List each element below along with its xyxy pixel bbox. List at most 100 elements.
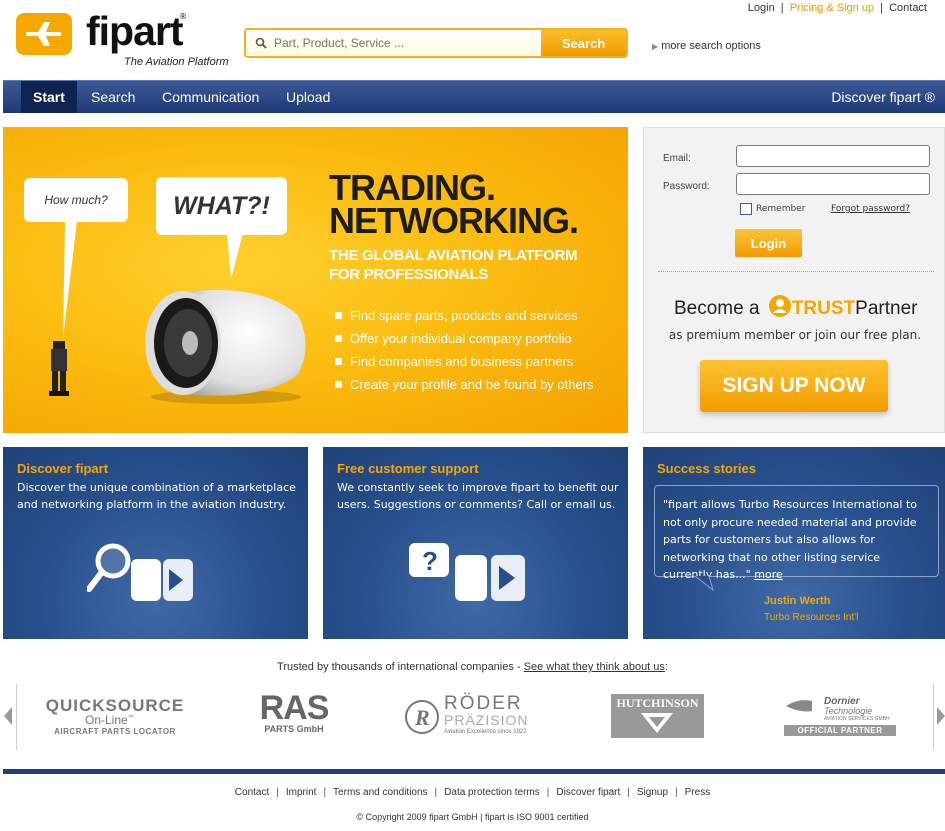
divider: |	[276, 787, 279, 798]
ras-logo[interactable]: RAS PARTS GmbH	[259, 689, 330, 734]
bubble-text: How much?	[44, 193, 108, 207]
ras-sub: PARTS GmbH	[264, 724, 324, 734]
quicksource-tm: ™	[127, 715, 134, 721]
magnifier-chat-icon	[87, 543, 193, 601]
more-search-options-label: more search options	[661, 40, 761, 52]
dornier-official-partner: OFFICIAL PARTNER	[784, 725, 896, 736]
box-text: Discover the unique combination of a mar…	[17, 481, 296, 511]
quicksource-logo[interactable]: QUICKSOURCE On-Line™ AIRCRAFT PARTS LOCA…	[45, 696, 185, 736]
footer-signup-link[interactable]: Signup	[637, 787, 668, 798]
testimonials-link[interactable]: See what they think about us	[524, 661, 665, 673]
box-title: Discover fipart	[17, 461, 109, 476]
pricing-signup-link[interactable]: Pricing & Sign up	[790, 2, 874, 14]
partner-logos: QUICKSOURCE On-Line™ AIRCRAFT PARTS LOCA…	[16, 684, 934, 750]
trustpartner-heading: Become a TRUSTPartner	[674, 294, 917, 320]
box-title: Free customer support	[337, 461, 479, 476]
jet-engine-icon	[145, 289, 306, 404]
carousel-prev-arrow[interactable]	[4, 707, 12, 725]
ras-name: RAS	[259, 689, 330, 727]
search-input[interactable]	[246, 30, 543, 56]
forgot-password-link[interactable]: Forgot password?	[831, 204, 910, 214]
become-text: Become a	[674, 298, 760, 319]
speech-tail-icon	[63, 221, 77, 339]
logo-mark[interactable]	[16, 13, 72, 55]
email-label: Email:	[663, 153, 691, 164]
speech-bubble-what: WHAT?!	[156, 177, 287, 235]
support-box[interactable]: Free customer support We constantly seek…	[323, 447, 628, 639]
testimonial-author: Justin Werth	[764, 595, 831, 607]
login-panel: Email: Password: Remember Forgot passwor…	[643, 127, 945, 433]
testimonial-quote: "fipart allows Turbo Resources Internati…	[654, 485, 939, 581]
footer-links: Contact | Imprint | Terms and conditions | Dat…	[0, 787, 945, 798]
discover-box[interactable]: Discover fipart Discover the unique comb…	[3, 447, 308, 639]
divider: |	[675, 787, 678, 798]
search-button[interactable]: Search	[541, 30, 626, 56]
box-title: Success stories	[657, 461, 757, 476]
email-field[interactable]	[736, 145, 930, 167]
nav-upload[interactable]: Upload	[286, 81, 330, 113]
footer-contact-link[interactable]: Contact	[235, 787, 269, 798]
trusted-by: Trusted by thousands of international co…	[277, 661, 668, 673]
list-item: Find companies and business partners	[335, 353, 594, 376]
hero-headline: TRADING. NETWORKING.	[329, 170, 579, 241]
footer-press-link[interactable]: Press	[685, 787, 711, 798]
top-links: Login | Pricing & Sign up | Contact	[748, 2, 927, 14]
nav-communication[interactable]: Communication	[162, 81, 259, 113]
nav-search[interactable]: Search	[91, 81, 135, 113]
quote-tail-icon	[695, 576, 714, 592]
user-badge-icon	[768, 295, 791, 317]
box-text: We constantly seek to improve fipart to …	[337, 481, 619, 511]
feature-list: Find spare parts, products and services …	[335, 307, 594, 399]
roeder-sub: PRÄZISION	[444, 712, 529, 728]
carousel-next-arrow[interactable]	[937, 707, 945, 725]
list-item: Offer your individual company portfolio	[335, 330, 594, 353]
quicksource-tagline: AIRCRAFT PARTS LOCATOR	[54, 727, 176, 736]
more-link[interactable]: more	[754, 568, 783, 581]
hero-subheadline: THE GLOBAL AVIATION PLATFORM FOR PROFESS…	[329, 246, 578, 284]
success-stories-box: Success stories "fipart allows Turbo Res…	[643, 447, 945, 639]
login-link[interactable]: Login	[748, 2, 775, 14]
headline-networking: NETWORKING.	[329, 200, 579, 241]
footer-discover-link[interactable]: Discover fipart	[556, 787, 620, 798]
divider: |	[780, 2, 784, 14]
password-field[interactable]	[736, 173, 930, 195]
remember-checkbox[interactable]	[740, 203, 752, 215]
login-button[interactable]: Login	[735, 229, 802, 257]
logo-registered-mark: ®	[179, 12, 187, 21]
footer-data-protection-link[interactable]: Data protection terms	[444, 787, 540, 798]
airplane-logo-icon	[26, 22, 62, 46]
trusted-text: Trusted by thousands of international co…	[277, 661, 521, 673]
remember-label: Remember	[756, 204, 806, 214]
divider: |	[546, 787, 550, 798]
hero-banner: How much? WHAT?! TRADING. NETWORKING. TH…	[3, 127, 628, 433]
subline-1: THE GLOBAL AVIATION PLATFORM	[329, 247, 578, 264]
dornier-logo[interactable]: Dornier Technologie AVIATION SERVICES GM…	[784, 696, 896, 740]
subline-2: FOR PROFESSIONALS	[329, 266, 489, 283]
footer-imprint-link[interactable]: Imprint	[286, 787, 317, 798]
hutchinson-name: HUTCHINSON	[616, 696, 699, 710]
dornier-sub: Technologie	[824, 706, 873, 716]
svg-text:R: R	[414, 705, 430, 730]
partner-text: Partner	[855, 298, 918, 319]
more-search-options-link[interactable]: ▶ more search options	[652, 40, 761, 52]
list-item: Find spare parts, products and services	[335, 307, 594, 330]
signup-button[interactable]: SIGN UP NOW	[700, 360, 888, 412]
question-chat-icon: ?	[409, 543, 525, 601]
footer-terms-link[interactable]: Terms and conditions	[333, 787, 428, 798]
divider: |	[627, 787, 630, 798]
dornier-tagline: AVIATION SERVICES GMBH	[824, 716, 890, 722]
divider: |	[434, 787, 438, 798]
roeder-name: RÖDER	[444, 693, 523, 714]
main-nav: Start Search Communication Upload Discov…	[3, 80, 945, 113]
mechanic-figure-icon	[49, 341, 69, 396]
quote-text: "fipart allows Turbo Resources Internati…	[663, 498, 918, 581]
trust-text: TRUST	[791, 298, 856, 319]
nav-start[interactable]: Start	[21, 81, 77, 113]
roeder-logo[interactable]: R RÖDER PRÄZISION Aviation Excellence si…	[404, 693, 554, 739]
hutchinson-emblem-icon	[641, 713, 673, 733]
hutchinson-logo[interactable]: HUTCHINSON	[611, 694, 704, 738]
divider: |	[323, 787, 327, 798]
nav-discover-fipart[interactable]: Discover fipart ®	[831, 81, 935, 113]
logo-text[interactable]: fipart	[86, 8, 183, 55]
contact-link[interactable]: Contact	[889, 2, 927, 14]
